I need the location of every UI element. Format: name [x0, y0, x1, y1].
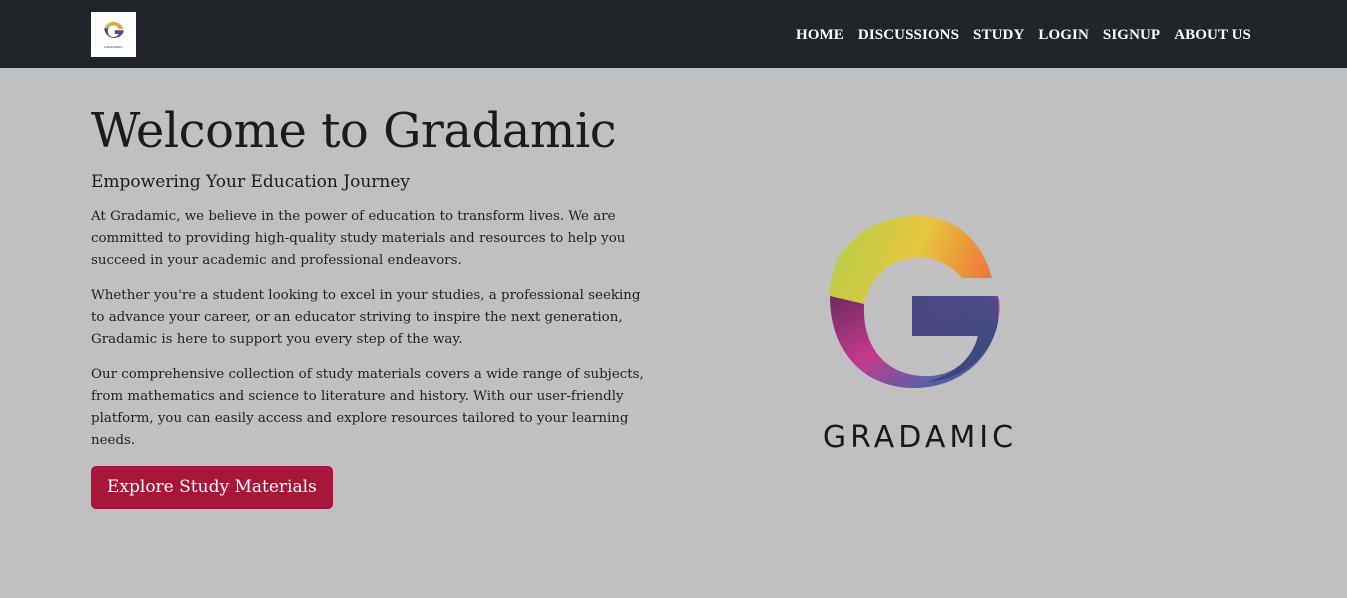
hero-section: Welcome to Gradamic Empowering Your Educ… — [91, 100, 661, 509]
intro-paragraph: At Gradamic, we believe in the power of … — [91, 209, 626, 268]
nav-signup-link[interactable]: SIGNUP — [1103, 27, 1160, 43]
nav-login-link[interactable]: LOGIN — [1038, 27, 1089, 43]
nav-home-link[interactable]: HOME — [796, 27, 844, 43]
navbar: GRADAMIC HOME DISCUSSIONS STUDY LOGIN SI… — [0, 0, 1347, 68]
collection-paragraph: Our comprehensive collection of study ma… — [91, 367, 644, 448]
gradamic-g-icon — [829, 215, 1000, 388]
logo-wordmark: GRADAMIC — [822, 420, 1018, 455]
brand-logo-link[interactable]: GRADAMIC — [91, 12, 136, 57]
audience-paragraph: Whether you're a student looking to exce… — [91, 288, 641, 347]
hero-subtitle: Empowering Your Education Journey — [91, 172, 411, 192]
page-title: Welcome to Gradamic — [91, 103, 617, 159]
nav-study-link[interactable]: STUDY — [973, 27, 1024, 43]
hero-logo: GRADAMIC — [800, 210, 1040, 460]
nav-about-link[interactable]: ABOUT US — [1174, 27, 1251, 43]
nav-discussions-link[interactable]: DISCUSSIONS — [858, 27, 959, 43]
brand-text: GRADAMIC — [104, 45, 123, 49]
nav-links: HOME DISCUSSIONS STUDY LOGIN SIGNUP ABOU… — [796, 24, 1251, 44]
gradamic-logo-icon — [104, 21, 124, 39]
explore-study-materials-button[interactable]: Explore Study Materials — [91, 466, 333, 509]
